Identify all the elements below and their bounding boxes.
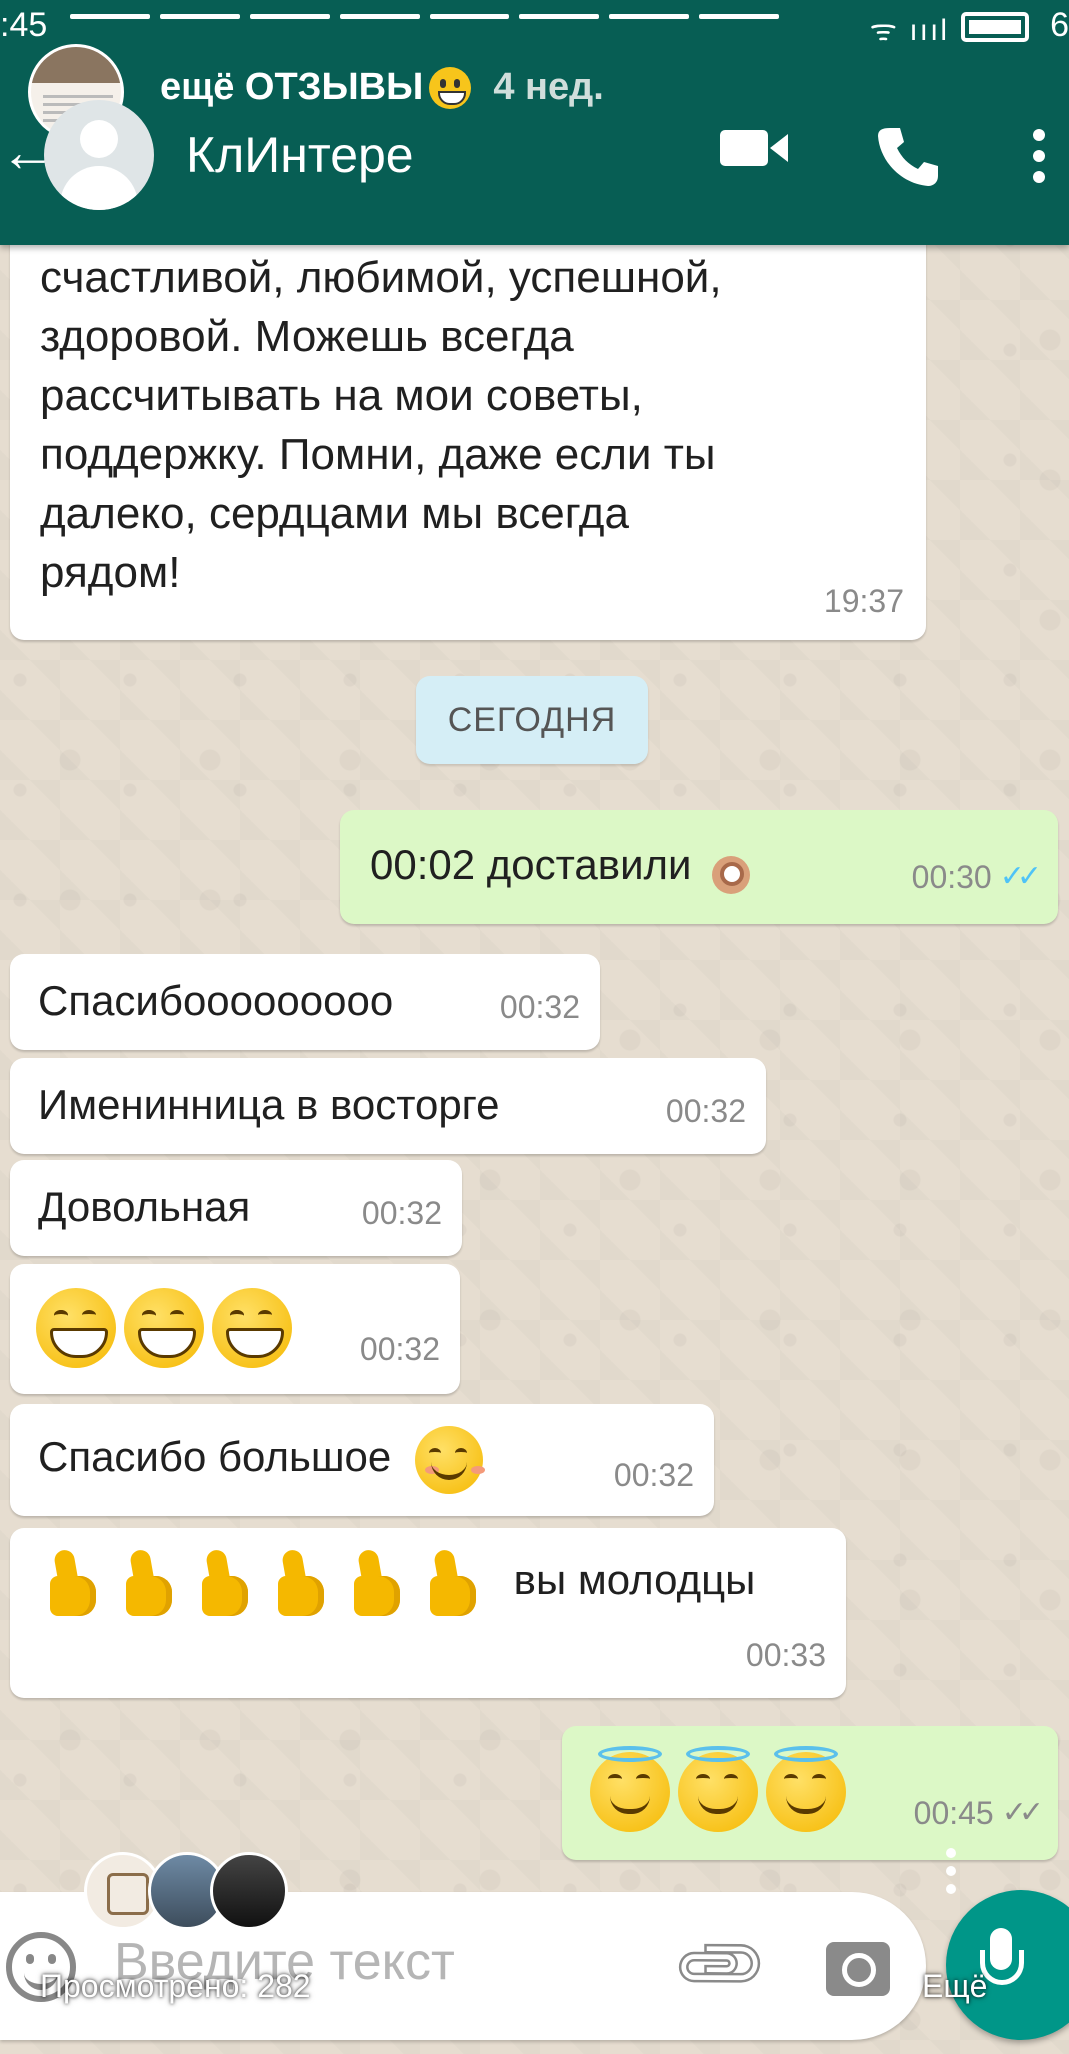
message-text: Спасибооооооооо [38, 977, 394, 1024]
story-progress-bar [70, 14, 779, 19]
attach-icon[interactable]: 📎︎ [665, 1910, 775, 2020]
message-time: 00:30 [911, 859, 992, 895]
message-time: 00:32 [499, 989, 580, 1025]
message-line: поддержку. Помни, даже если ты [40, 430, 716, 479]
thumbs-up-emoji-icon [192, 1550, 254, 1616]
smiling-blush-emoji-icon [414, 1426, 483, 1494]
message-outgoing[interactable]: 00:02 доставили 00:30 ✓✓ [340, 810, 1058, 924]
grinning-face-emoji-icon [36, 1288, 116, 1368]
status-bar: :45 ᯤ ıııl 6 [0, 0, 1069, 47]
thumbs-up-emoji-icon [420, 1550, 482, 1616]
thumbs-up-emoji-icon [268, 1550, 330, 1616]
message-incoming[interactable]: Спасибооооооооо 00:32 [10, 954, 600, 1050]
story-title[interactable]: ещё ОТЗЫВЫ 4 нед. [160, 66, 604, 109]
message-line: здоровой. Можешь всегда [40, 312, 574, 361]
smiling-halo-emoji-icon [766, 1746, 846, 1832]
message-incoming-long[interactable]: счастливой, любимой, успешной, здоровой.… [10, 220, 926, 640]
signal-icon: ᯤ ıııl [869, 14, 949, 47]
message-incoming[interactable]: Именинница в восторге 00:32 [10, 1058, 766, 1154]
battery-level: 6 [1050, 6, 1069, 44]
message-time: 00:32 [361, 1195, 442, 1231]
message-line: рядом! [40, 548, 181, 597]
message-time: 00:32 [613, 1457, 694, 1493]
message-text: вы молодцы [513, 1556, 756, 1604]
message-text: счастливой, любимой, успешной, здоровой.… [40, 248, 722, 602]
emoji-group [590, 1746, 854, 1832]
video-call-icon[interactable] [720, 128, 790, 168]
message-incoming[interactable]: Довольная 00:32 [10, 1160, 462, 1256]
grinning-face-emoji-icon [429, 66, 472, 109]
chat-header: :45 ᯤ ıııl 6 ещё ОТЗЫВЫ 4 нед. ← КлИнтер… [0, 0, 1069, 245]
message-meta: 00:45 ✓✓ [913, 1784, 1044, 1842]
message-outgoing[interactable]: 00:45 ✓✓ [562, 1726, 1058, 1860]
message-text: 00:02 доставили [370, 841, 692, 888]
smiling-halo-emoji-icon [590, 1746, 670, 1832]
read-ticks-icon: ✓✓ [999, 860, 1042, 893]
voice-call-icon[interactable] [876, 124, 940, 188]
message-meta: 00:30 ✓✓ [911, 848, 1042, 906]
battery-icon [961, 12, 1029, 42]
avatar [210, 1852, 288, 1930]
message-incoming[interactable]: вы молодцы 00:33 [10, 1528, 846, 1698]
message-line: рассчитывать на мои советы, [40, 371, 643, 420]
thumbs-up-emoji-icon [116, 1550, 178, 1616]
story-age: 4 нед. [493, 66, 604, 108]
message-time: 00:33 [745, 1637, 826, 1673]
thumbs-up-emoji-icon [40, 1550, 102, 1616]
message-text: Спасибо большое [38, 1433, 392, 1481]
delivered-ticks-icon: ✓✓ [1001, 1796, 1044, 1829]
message-time: 00:45 [913, 1795, 994, 1831]
story-views-count[interactable]: Просмотрено: 282 [40, 1968, 311, 2005]
grinning-face-emoji-icon [212, 1288, 292, 1368]
story-more-icon[interactable] [946, 1866, 956, 1876]
message-line: далеко, сердцами мы всегда [40, 489, 629, 538]
contact-name[interactable]: КлИнтере [186, 126, 414, 184]
emoji-group [36, 1288, 300, 1368]
message-text: Довольная [38, 1183, 251, 1230]
chat-area[interactable]: счастливой, любимой, успешной, здоровой.… [0, 0, 1069, 2054]
ok-hand-emoji-icon [708, 840, 760, 896]
message-line: счастливой, любимой, успешной, [40, 253, 722, 302]
status-time: :45 [0, 6, 48, 44]
contact-avatar[interactable] [44, 100, 154, 210]
date-divider: СЕГОДНЯ [416, 676, 648, 764]
message-time: 00:32 [359, 1331, 440, 1367]
message-incoming[interactable]: Спасибо большое 00:32 [10, 1404, 714, 1516]
camera-icon[interactable] [826, 1942, 890, 1996]
story-viewers[interactable] [84, 1852, 294, 1932]
more-options-icon[interactable] [1028, 128, 1050, 184]
grinning-face-emoji-icon [124, 1288, 204, 1368]
smiling-halo-emoji-icon [678, 1746, 758, 1832]
message-time: 00:32 [665, 1093, 746, 1129]
message-text: Именинница в восторге [38, 1081, 500, 1128]
message-time: 19:37 [823, 583, 904, 619]
message-incoming[interactable]: 00:32 [10, 1264, 460, 1394]
story-more-link[interactable]: Ещё [922, 1968, 987, 2005]
story-title-text: ещё ОТЗЫВЫ [160, 66, 424, 108]
thumbs-up-emoji-icon [344, 1550, 406, 1616]
